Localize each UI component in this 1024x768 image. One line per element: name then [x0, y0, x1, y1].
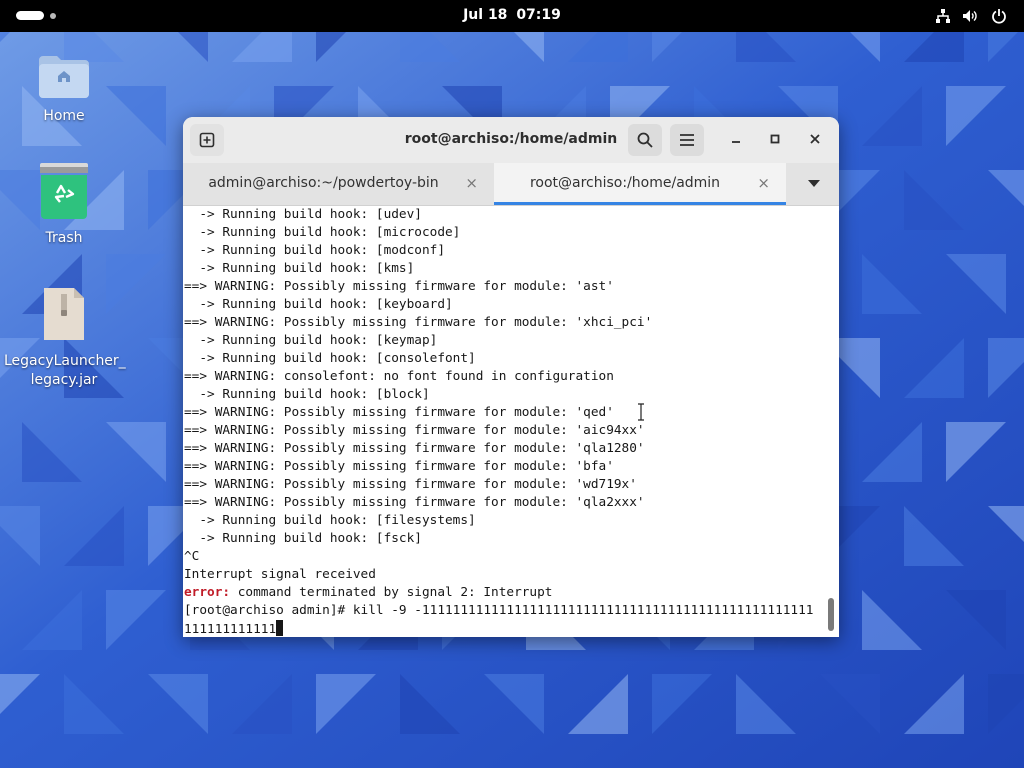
terminal-output[interactable]: -> Running build hook: [udev] -> Running…	[184, 206, 813, 637]
maximize-button[interactable]	[763, 127, 787, 151]
terminal-window: root@archiso:/home/admin admin@archiso:~…	[183, 117, 839, 637]
search-icon	[637, 132, 653, 148]
close-button[interactable]	[803, 127, 827, 151]
close-icon	[810, 134, 820, 144]
active-tab-indicator	[494, 202, 786, 205]
power-icon[interactable]	[991, 8, 1007, 24]
terminal-line: ==> WARNING: Possibly missing firmware f…	[184, 477, 637, 492]
error-prefix: error:	[184, 585, 231, 600]
tab-label: root@archiso:/home/admin	[529, 175, 721, 191]
search-button[interactable]	[628, 124, 662, 156]
window-title: root@archiso:/home/admin	[404, 131, 618, 147]
desktop-item-label-line2: legacy.jar	[30, 372, 98, 388]
terminal-line: ==> WARNING: Possibly missing firmware f…	[184, 315, 653, 330]
scrollbar[interactable]	[825, 206, 839, 637]
clock[interactable]: Jul 18 07:19	[0, 7, 1024, 23]
top-bar: Jul 18 07:19	[0, 0, 1024, 32]
terminal-view[interactable]: -> Running build hook: [udev] -> Running…	[183, 206, 839, 637]
tab-close-icon[interactable]: ×	[465, 174, 478, 192]
volume-icon[interactable]	[962, 8, 978, 24]
desktop-item-label: LegacyLauncher_ legacy.jar	[4, 352, 126, 390]
main-menu-button[interactable]	[670, 124, 704, 156]
terminal-line: -> Running build hook: [filesystems]	[199, 513, 476, 528]
tab-label: admin@archiso:~/powdertoy-bin	[208, 175, 439, 191]
terminal-line: -> Running build hook: [consolefont]	[199, 351, 476, 366]
clock-date: Jul 18	[463, 7, 508, 23]
new-tab-button[interactable]	[190, 124, 224, 156]
network-icon[interactable]	[935, 8, 951, 24]
clock-time: 07:19	[516, 7, 561, 23]
terminal-line: -> Running build hook: [keyboard]	[199, 297, 453, 312]
terminal-line: -> Running build hook: [modconf]	[199, 243, 445, 258]
chevron-down-icon	[808, 180, 820, 187]
terminal-line: ^C	[184, 549, 200, 564]
tab-home-admin[interactable]: root@archiso:/home/admin ×	[494, 163, 786, 205]
desktop-item-label: Trash	[45, 230, 83, 246]
terminal-line: ==> WARNING: Possibly missing firmware f…	[184, 459, 614, 474]
minimize-icon	[732, 141, 740, 143]
header-bar[interactable]: root@archiso:/home/admin	[183, 117, 839, 163]
terminal-line: ==> WARNING: Possibly missing firmware f…	[184, 405, 614, 420]
maximize-icon	[770, 134, 780, 144]
ibeam-pointer-icon	[638, 403, 644, 421]
home-folder-icon	[39, 56, 89, 98]
error-message: command terminated by signal 2: Interrup…	[230, 585, 553, 600]
tab-list-button[interactable]	[787, 163, 839, 205]
trash-icon	[40, 163, 88, 219]
desktop-item-label-line1: LegacyLauncher_	[4, 353, 126, 369]
terminal-line: ==> WARNING: consolefont: no font found …	[184, 369, 614, 384]
terminal-line: ==> WARNING: Possibly missing firmware f…	[184, 495, 645, 510]
terminal-line: -> Running build hook: [block]	[199, 387, 430, 402]
jar-file-icon	[44, 288, 84, 340]
desktop-item-label: Home	[43, 108, 85, 124]
tab-bar: admin@archiso:~/powdertoy-bin × root@arc…	[183, 163, 839, 206]
terminal-line: -> Running build hook: [fsck]	[199, 531, 422, 546]
prompt-line-continued: 111111111111	[184, 622, 277, 637]
terminal-line: ==> WARNING: Possibly missing firmware f…	[184, 423, 645, 438]
hamburger-menu-icon	[680, 134, 694, 146]
minimize-button[interactable]	[724, 127, 748, 151]
terminal-line: -> Running build hook: [kms]	[199, 261, 415, 276]
terminal-line: Interrupt signal received	[184, 567, 376, 582]
terminal-line: -> Running build hook: [udev]	[199, 207, 422, 222]
terminal-line: -> Running build hook: [microcode]	[199, 225, 461, 240]
terminal-output-lines: -> Running build hook: [udev] -> Running…	[184, 207, 652, 582]
text-cursor	[276, 620, 284, 636]
scrollbar-thumb[interactable]	[828, 598, 834, 631]
terminal-line: ==> WARNING: Possibly missing firmware f…	[184, 279, 614, 294]
terminal-line: ==> WARNING: Possibly missing firmware f…	[184, 441, 645, 456]
prompt-line: [root@archiso admin]# kill -9 -111111111…	[184, 603, 814, 618]
tab-powdertoy-bin[interactable]: admin@archiso:~/powdertoy-bin ×	[183, 163, 494, 205]
new-tab-icon	[199, 132, 215, 148]
tab-close-icon[interactable]: ×	[757, 174, 770, 192]
terminal-line: -> Running build hook: [keymap]	[199, 333, 438, 348]
